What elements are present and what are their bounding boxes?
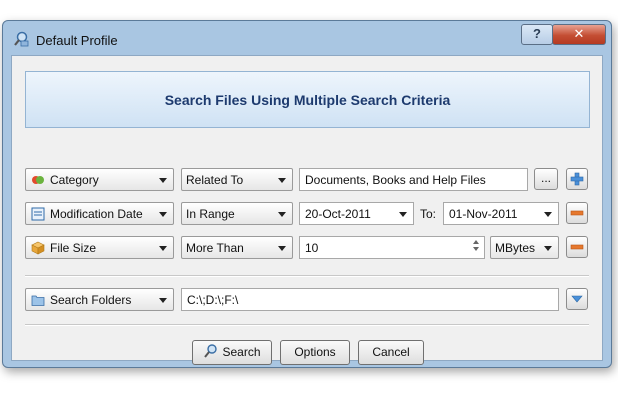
search-folders-label: Search Folders (50, 293, 132, 307)
chevron-down-icon (159, 298, 167, 303)
title-bar[interactable]: Default Profile ? ✕ (3, 21, 611, 55)
box-icon (31, 241, 45, 255)
plus-icon (570, 172, 584, 186)
window-title: Default Profile (36, 33, 118, 48)
criteria-field-label: Category (50, 173, 99, 187)
spin-buttons[interactable] (470, 239, 482, 256)
date-from-picker[interactable]: 20-Oct-2011 (299, 202, 414, 225)
operator-combo-in-range[interactable]: In Range (181, 202, 293, 225)
calendar-icon (31, 207, 45, 221)
category-icon (32, 176, 44, 184)
category-value-text: Documents, Books and Help Files (305, 173, 486, 187)
remove-criteria-button[interactable] (566, 202, 588, 224)
chevron-down-icon (544, 246, 552, 251)
chevron-down-icon (399, 212, 407, 217)
minus-icon (570, 210, 584, 216)
dialog-body: Search Files Using Multiple Search Crite… (11, 55, 603, 365)
file-size-input[interactable]: 10 (299, 236, 485, 259)
search-button-label: Search (222, 345, 261, 359)
criteria-field-combo-modification-date[interactable]: Modification Date (25, 202, 174, 225)
date-to-text: 01-Nov-2011 (449, 207, 518, 221)
options-button[interactable]: Options (280, 340, 350, 365)
operator-combo-more-than[interactable]: More Than (181, 236, 293, 259)
search-button[interactable]: Search (192, 340, 272, 365)
chevron-down-icon (159, 212, 167, 217)
chevron-down-icon (278, 178, 286, 183)
operator-label: Related To (186, 173, 244, 187)
dialog-window: Default Profile ? ✕ Search Files Using M… (2, 20, 612, 368)
minus-icon (570, 244, 584, 250)
folders-dropdown-button[interactable] (566, 288, 588, 310)
options-button-label: Options (294, 345, 336, 359)
file-size-value: 10 (305, 241, 319, 255)
cancel-button[interactable]: Cancel (358, 340, 424, 365)
criteria-field-combo-category[interactable]: Category (25, 168, 174, 191)
criteria-field-label: Modification Date (50, 207, 143, 221)
search-icon (204, 344, 218, 358)
remove-criteria-button[interactable] (566, 236, 588, 258)
date-from-text: 20-Oct-2011 (305, 207, 371, 221)
header-banner: Search Files Using Multiple Search Crite… (25, 71, 590, 128)
spin-up-icon[interactable] (473, 240, 479, 244)
add-criteria-button[interactable] (566, 168, 588, 190)
chevron-down-icon (571, 295, 583, 303)
category-value-field[interactable]: Documents, Books and Help Files (299, 168, 528, 191)
ellipsis-label: ... (540, 171, 551, 185)
folder-icon (31, 295, 45, 306)
chevron-down-icon (544, 212, 552, 217)
operator-label: More Than (186, 241, 244, 255)
operator-label: In Range (186, 207, 235, 221)
browse-categories-button[interactable]: ... (534, 168, 558, 190)
criteria-field-label: File Size (50, 241, 97, 255)
help-button[interactable]: ? (521, 24, 553, 45)
separator (25, 324, 589, 326)
search-folders-combo[interactable]: Search Folders (25, 288, 174, 311)
date-to-picker[interactable]: 01-Nov-2011 (443, 202, 559, 225)
chevron-down-icon (159, 178, 167, 183)
app-icon (14, 31, 29, 47)
chevron-down-icon (159, 246, 167, 251)
cancel-button-label: Cancel (372, 345, 410, 359)
size-unit-combo[interactable]: MBytes (490, 236, 559, 259)
banner-title: Search Files Using Multiple Search Crite… (164, 91, 451, 108)
separator (25, 275, 589, 277)
criteria-field-combo-file-size[interactable]: File Size (25, 236, 174, 259)
search-folders-input[interactable]: C:\;D:\;F:\ (181, 288, 559, 311)
chevron-down-icon (278, 246, 286, 251)
spin-down-icon[interactable] (473, 247, 479, 251)
to-label: To: (420, 207, 437, 221)
operator-combo-related-to[interactable]: Related To (181, 168, 293, 191)
close-button[interactable]: ✕ (552, 24, 606, 45)
chevron-down-icon (278, 212, 286, 217)
size-unit-label: MBytes (495, 241, 536, 255)
search-folders-value: C:\;D:\;F:\ (187, 293, 239, 307)
